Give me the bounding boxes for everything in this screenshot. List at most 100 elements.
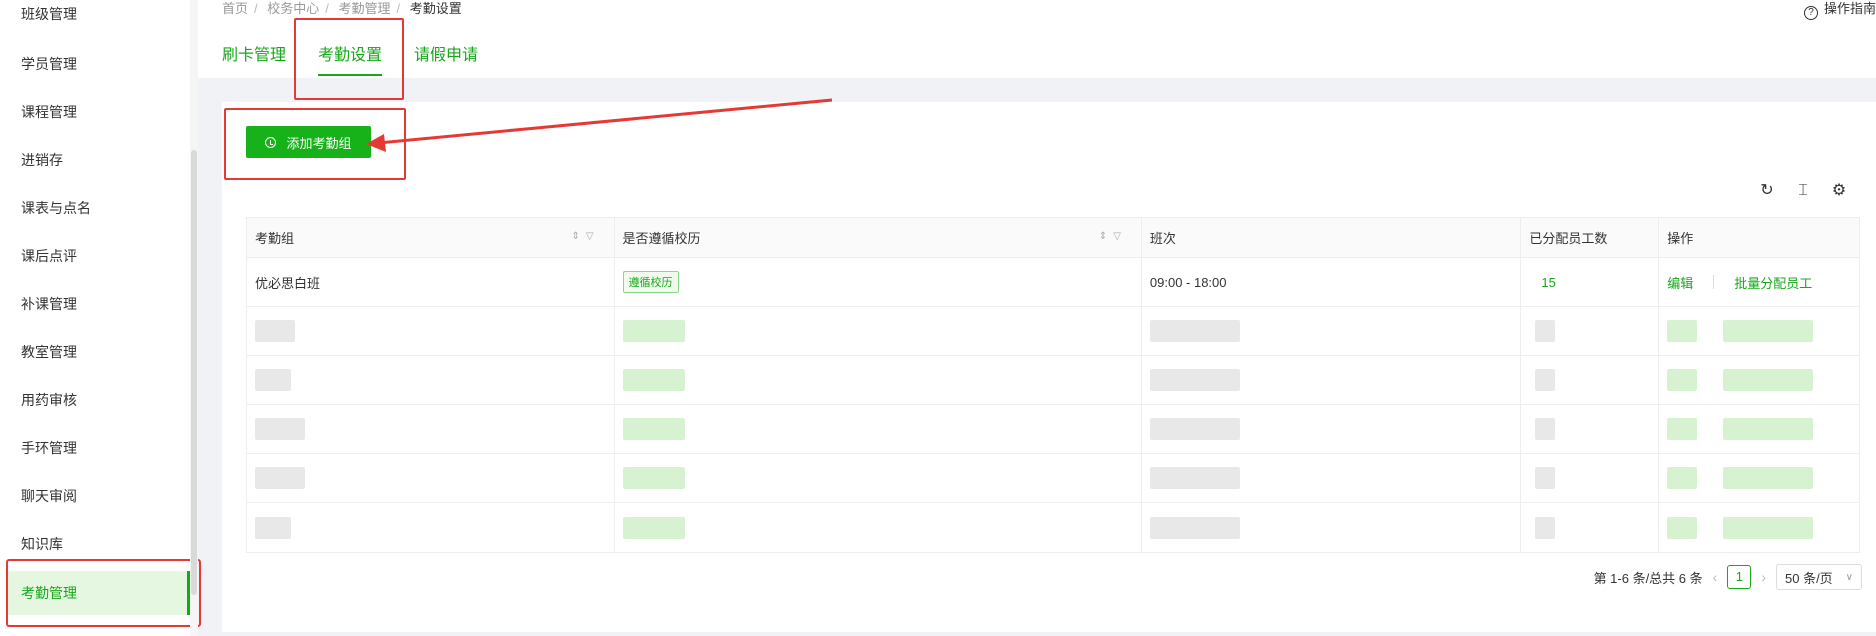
sidebar-item-label: 知识库: [21, 536, 63, 552]
density-icon[interactable]: ⌶: [1794, 182, 1812, 200]
edit-link[interactable]: 编辑: [1667, 273, 1693, 292]
sidebar-item-label: 手环管理: [21, 440, 77, 456]
redacted-block: [1149, 418, 1240, 440]
help-label: 操作指南: [1823, 1, 1876, 16]
sidebar-item-label: 班级管理: [21, 6, 77, 22]
sidebar-scroll-thumb[interactable]: [191, 150, 197, 595]
redacted-block: [1667, 467, 1698, 489]
sidebar-scrollbar[interactable]: [190, 0, 198, 636]
table-tools: ↻ ⌶ ⚙: [1758, 182, 1848, 200]
redacted-block: [622, 369, 685, 391]
sidebar-item-medicine[interactable]: 用药审核: [0, 376, 190, 424]
redacted-block: [255, 320, 295, 342]
calendar-tag: 遵循校历: [622, 271, 679, 293]
sidebar-item-courses[interactable]: 课程管理: [0, 88, 190, 136]
sidebar-item-label: 课程管理: [21, 104, 77, 120]
redacted-block: [1667, 516, 1698, 539]
help-link[interactable]: ? 操作指南: [1803, 0, 1876, 20]
refresh-icon[interactable]: ↻: [1758, 182, 1776, 200]
table-row: 优必思白班 遵循校历 09:00 - 18:00 15 编辑 批量分配员工: [247, 258, 1859, 307]
blur-cell: [615, 503, 1142, 552]
tab-card-swipe[interactable]: 刷卡管理: [222, 44, 286, 68]
blur-cell: [1659, 356, 1859, 404]
sidebar-item-students[interactable]: 学员管理: [0, 40, 190, 88]
redacted-block: [255, 467, 305, 489]
sidebar-item-inventory[interactable]: 进销存: [0, 136, 190, 184]
redacted-block: [1723, 516, 1814, 539]
sidebar-item-chat[interactable]: 聊天审阅: [0, 472, 190, 520]
redacted-block: [255, 418, 305, 440]
breadcrumb: 首页 / 校务中心 / 考勤管理 / 考勤设置: [222, 0, 468, 18]
cell-actions: 编辑 批量分配员工: [1659, 258, 1859, 306]
sidebar-item-makeup[interactable]: 补课管理: [0, 280, 190, 328]
sidebar-item-schedule[interactable]: 课表与点名: [0, 184, 190, 232]
pagination-summary: 第 1-6 条/总共 6 条: [1593, 570, 1703, 586]
blur-cell: [1659, 405, 1859, 453]
redacted-block: [1667, 369, 1698, 391]
cell-calendar: 遵循校历: [615, 258, 1142, 306]
action-divider: [1713, 275, 1715, 289]
main-content: 添加考勤组 ↻ ⌶ ⚙ 考勤组 ⇕▽ 是否遵循校历 ⇕▽ 班次 已分配员工数 操作 …: [222, 102, 1876, 632]
blur-cell: [1659, 307, 1859, 355]
breadcrumb-attendance[interactable]: 考勤管理: [339, 1, 391, 16]
tab-leave-request[interactable]: 请假申请: [414, 44, 478, 68]
redacted-block: [1149, 320, 1240, 342]
breadcrumb-school[interactable]: 校务中心: [267, 1, 319, 16]
header-label: 已分配员工数: [1529, 231, 1608, 246]
blur-cell: [247, 503, 615, 552]
page-number-current[interactable]: 1: [1727, 565, 1752, 589]
header-label: 操作: [1667, 231, 1694, 246]
gear-icon[interactable]: ⚙: [1830, 182, 1848, 200]
sidebar-item-label: 补课管理: [21, 296, 77, 312]
blur-cell: [1142, 405, 1522, 453]
pagination: 第 1-6 条/总共 6 条 ‹ 1 › 50 条/页 ∨: [1594, 564, 1862, 590]
assign-employees-link[interactable]: 批量分配员工: [1734, 273, 1812, 292]
page-size-select[interactable]: 50 条/页 ∨: [1776, 564, 1862, 590]
table-row-blurred: [247, 307, 1859, 356]
header-calendar[interactable]: 是否遵循校历 ⇕▽: [615, 218, 1142, 257]
blur-cell: [1142, 307, 1522, 355]
sort-filter-icon[interactable]: ⇕▽: [571, 231, 599, 242]
blur-cell: [1142, 356, 1522, 404]
cell-count[interactable]: 15: [1521, 258, 1660, 306]
sidebar-item-review[interactable]: 课后点评: [0, 232, 190, 280]
topbar: 首页 / 校务中心 / 考勤管理 / 考勤设置 ? 操作指南 刷卡管理 考勤设置 请假申…: [198, 0, 1876, 100]
redacted-block: [1723, 369, 1814, 391]
redacted-block: [255, 369, 291, 391]
redacted-block: [1535, 369, 1556, 391]
redacted-block: [1149, 369, 1240, 391]
header-label: 班次: [1149, 231, 1176, 246]
tab-highlight-box: [294, 18, 404, 100]
sidebar-item-label: 进销存: [21, 152, 63, 168]
page-size-value: 50 条/页: [1785, 570, 1833, 586]
redacted-block: [1723, 467, 1814, 489]
header-shift: 班次: [1142, 218, 1522, 257]
prev-page-icon[interactable]: ‹: [1713, 569, 1718, 585]
header-group[interactable]: 考勤组 ⇕▽: [247, 218, 615, 257]
table-row-blurred: [247, 405, 1859, 454]
breadcrumb-separator: /: [254, 1, 258, 16]
redacted-block: [1149, 516, 1240, 539]
sidebar-item-classroom[interactable]: 教室管理: [0, 328, 190, 376]
redacted-block: [1149, 467, 1240, 489]
cell-group: 优必思白班: [247, 258, 615, 306]
sidebar-item-label: 学员管理: [21, 56, 77, 72]
question-icon: ?: [1803, 6, 1818, 20]
next-page-icon[interactable]: ›: [1761, 569, 1766, 585]
blur-cell: [247, 405, 615, 453]
sort-filter-icon[interactable]: ⇕▽: [1099, 231, 1127, 242]
breadcrumb-separator: /: [325, 1, 329, 16]
breadcrumb-home[interactable]: 首页: [222, 1, 248, 16]
chevron-down-icon: ∨: [1845, 571, 1853, 583]
blur-cell: [247, 307, 615, 355]
sidebar-item-class[interactable]: 班级管理: [0, 0, 190, 38]
sidebar-item-wristband[interactable]: 手环管理: [0, 424, 190, 472]
redacted-block: [1535, 516, 1556, 539]
breadcrumb-separator: /: [396, 1, 401, 16]
blur-cell: [1142, 454, 1522, 502]
blur-cell: [1659, 454, 1859, 502]
blur-cell: [247, 454, 615, 502]
blur-cell: [247, 356, 615, 404]
blur-cell: [615, 454, 1142, 502]
employee-count[interactable]: 15: [1529, 275, 1555, 290]
